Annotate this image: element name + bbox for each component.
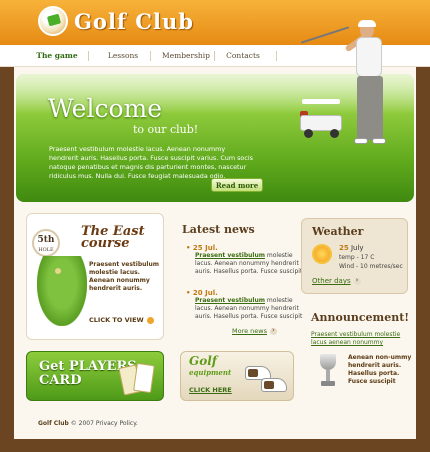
footer: Golf Club © 2007 Privacy Policy. <box>38 420 138 427</box>
east-course-promo[interactable]: 5th HOLE The East course Praesent vestib… <box>26 213 164 340</box>
arrow-icon <box>353 276 361 285</box>
weather-info: temp - 17 C Wind - 10 metres/sec <box>339 253 403 271</box>
sun-icon <box>314 246 330 262</box>
news-date: 25 Jul. <box>186 244 306 252</box>
read-more-button[interactable]: Read more <box>211 178 263 192</box>
arrow-icon <box>146 316 154 324</box>
other-days-link[interactable]: Other days <box>312 276 361 285</box>
golf-equipment-banner[interactable]: Golf equipment CLICK HERE <box>180 351 294 401</box>
logo[interactable]: Golf Club <box>38 6 194 36</box>
hero-subtitle: to our club! <box>133 123 199 136</box>
weather-temp: temp - 17 C <box>339 254 375 261</box>
news-link[interactable]: Praesent vestibulum <box>195 297 265 304</box>
hero-title: Welcome <box>48 94 163 123</box>
nav-item-the-game[interactable]: The game <box>22 45 92 67</box>
hole-number: 5th <box>37 235 55 245</box>
other-days-label: Other days <box>312 277 351 285</box>
golf-shoe-icon <box>261 378 287 392</box>
promo-title: The East course <box>81 224 145 251</box>
announcement-heading: Announcement! <box>311 311 410 324</box>
equipment-title: Golf equipment <box>189 354 232 378</box>
trophy-icon <box>317 354 339 390</box>
news-item: 25 Jul. Praesent vestibulum molestie lac… <box>186 244 306 276</box>
weather-month: July <box>350 244 364 252</box>
hole-label: HOLE <box>38 247 54 253</box>
card-icon <box>117 362 157 396</box>
golf-cart-image <box>298 99 344 139</box>
logo-text: Golf Club <box>74 8 194 34</box>
nav-item-lessons[interactable]: Lessons <box>88 45 158 67</box>
announcement-link[interactable]: Praesent vestibulum molestie lacus aenea… <box>311 331 411 347</box>
promo-text: Praesent vestibulum molestie lacus. Aene… <box>89 261 159 292</box>
golf-flag-icon <box>38 6 68 36</box>
weather-date: 25 July <box>339 244 364 252</box>
arrow-icon <box>270 326 278 335</box>
announcement-text: Aenean non-ummy hendrerit auris. Hasellu… <box>348 354 412 385</box>
more-news-label: More news <box>232 327 268 335</box>
click-to-view-label: CLICK TO VIEW <box>89 316 144 324</box>
golfer-image <box>300 20 400 187</box>
news-date: 20 Jul. <box>186 289 306 297</box>
hole-badge: 5th HOLE <box>32 229 60 257</box>
weather-widget: Weather 25 July temp - 17 C Wind - 10 me… <box>301 218 408 294</box>
weather-heading: Weather <box>312 225 364 238</box>
weather-wind: Wind - 10 metres/sec <box>339 263 403 270</box>
click-to-view-link[interactable]: CLICK TO VIEW <box>89 316 154 324</box>
click-here-link[interactable]: CLICK HERE <box>189 386 232 394</box>
hole-map-image <box>37 256 87 326</box>
weather-day: 25 <box>339 244 349 252</box>
hero-text: Praesent vestibulum molestie lacus. Aene… <box>49 145 253 180</box>
latest-news-heading: Latest news <box>182 223 255 236</box>
equipment-title-text: Golf <box>189 354 217 368</box>
nav-divider <box>276 51 277 61</box>
more-news-link[interactable]: More news <box>232 326 278 335</box>
footer-brand: Golf Club <box>38 420 69 427</box>
privacy-policy-link[interactable]: Privacy Policy. <box>96 420 138 427</box>
nav-item-contacts[interactable]: Contacts <box>208 45 278 67</box>
news-link[interactable]: Praesent vestibulum <box>195 252 265 259</box>
players-card-banner[interactable]: Get PLAYERS CARD <box>26 351 164 401</box>
news-item: 20 Jul. Praesent vestibulum molestie lac… <box>186 289 306 321</box>
footer-copyright: © 2007 <box>70 420 94 427</box>
equipment-subtitle: equipment <box>189 368 232 377</box>
